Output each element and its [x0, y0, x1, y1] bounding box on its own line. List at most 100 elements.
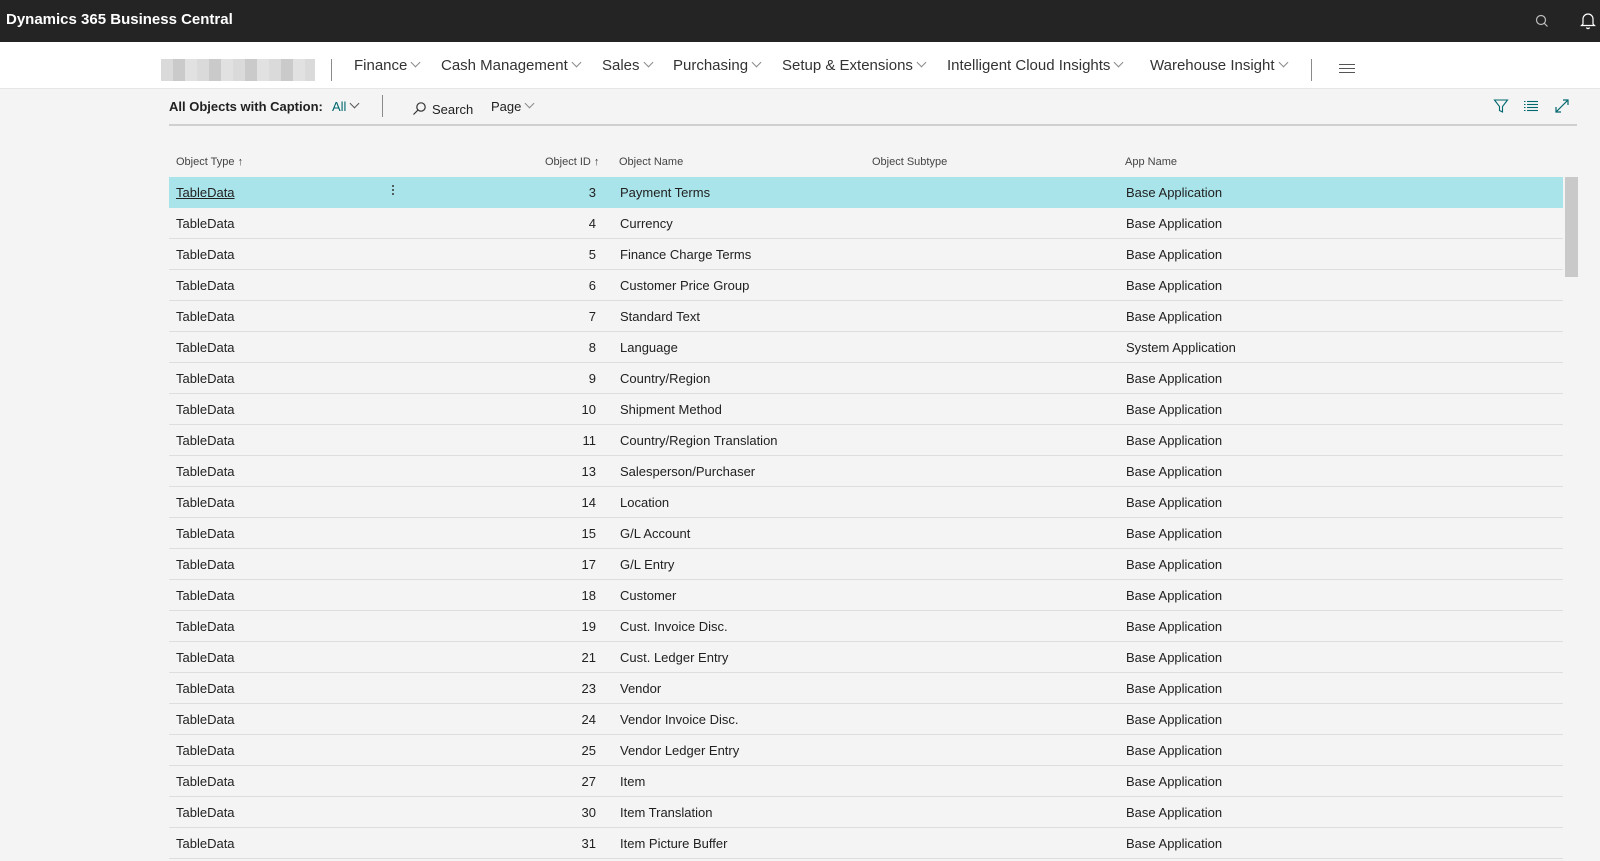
cell-object-type[interactable]: TableData	[176, 464, 235, 479]
table-row[interactable]: TableData 8 Language System Application	[169, 332, 1563, 363]
cell-object-name: Language	[620, 340, 678, 355]
column-header-object-id[interactable]: Object ID ↑	[545, 156, 599, 168]
table-row[interactable]: TableData 7 Standard Text Base Application	[169, 301, 1563, 332]
cell-object-type[interactable]: TableData	[176, 278, 235, 293]
table-row[interactable]: TableData 9 Country/Region Base Application	[169, 363, 1563, 394]
column-header-app-name[interactable]: App Name	[1125, 156, 1177, 168]
page-menu-label: Page	[491, 99, 522, 114]
nav-item-intelligent-cloud-insights[interactable]: Intelligent Cloud Insights	[947, 57, 1124, 74]
cell-object-type[interactable]: TableData	[176, 619, 235, 634]
table-row[interactable]: TableData 24 Vendor Invoice Disc. Base Appl…	[169, 704, 1563, 735]
nav-item-label: Warehouse Insight	[1150, 57, 1275, 74]
cell-object-type[interactable]: TableData	[176, 805, 235, 820]
app-title[interactable]: Dynamics 365 Business Central	[6, 11, 233, 28]
table-row[interactable]: TableData 31 Item Picture Buffer Base Appli…	[169, 828, 1563, 859]
table-row[interactable]: TableData 13 Salesperson/Purchaser Base App…	[169, 456, 1563, 487]
column-header-label: Object Name	[619, 156, 684, 168]
cell-object-type[interactable]: TableData	[176, 402, 235, 417]
hamburger-icon[interactable]	[1339, 64, 1355, 75]
cell-object-id: 18	[581, 588, 596, 603]
cell-object-id: 6	[588, 278, 596, 293]
column-header-object-type[interactable]: Object Type ↑	[176, 156, 243, 168]
table-row[interactable]: TableData 30 Item Translation Base Applicat…	[169, 797, 1563, 828]
cell-app-name: Base Application	[1126, 309, 1223, 324]
search-button[interactable]: Search	[412, 99, 473, 117]
search-icon[interactable]	[1534, 13, 1550, 29]
cell-object-type[interactable]: TableData	[176, 247, 235, 262]
cell-object-name: Cust. Invoice Disc.	[620, 619, 728, 634]
cell-object-type[interactable]: TableData	[176, 185, 235, 200]
table-row[interactable]: TableData 10 Shipment Method Base Applicati…	[169, 394, 1563, 425]
table-row[interactable]: TableData 25 Vendor Ledger Entry Base Appli…	[169, 735, 1563, 766]
cell-object-id: 21	[581, 650, 596, 665]
table-row[interactable]: TableData 14 Location Base Application	[169, 487, 1563, 518]
cell-object-type[interactable]: TableData	[176, 433, 235, 448]
cell-object-name: G/L Account	[620, 526, 691, 541]
nav-item-finance[interactable]: Finance	[354, 57, 421, 74]
table-row[interactable]: TableData 4 Currency Base Application	[169, 208, 1563, 239]
view-filter-dropdown[interactable]: All	[332, 98, 360, 114]
search-icon	[413, 102, 426, 115]
cell-object-type[interactable]: TableData	[176, 836, 235, 851]
table-row[interactable]: TableData 6 Customer Price Group Base Appli…	[169, 270, 1563, 301]
cell-object-type[interactable]: TableData	[176, 340, 235, 355]
filter-icon[interactable]	[1493, 98, 1509, 114]
cell-object-type[interactable]: TableData	[176, 526, 235, 541]
nav-item-sales[interactable]: Sales	[602, 57, 653, 74]
cell-object-type[interactable]: TableData	[176, 371, 235, 386]
cell-app-name: System Application	[1126, 340, 1236, 355]
cell-app-name: Base Application	[1126, 216, 1223, 231]
scrollbar-thumb[interactable]	[1565, 177, 1578, 277]
table-row[interactable]: TableData 5 Finance Charge Terms Base Appli…	[169, 239, 1563, 270]
cell-object-id: 10	[581, 402, 596, 417]
chevron-down-icon	[410, 57, 421, 68]
bell-icon[interactable]	[1580, 12, 1596, 30]
table-row[interactable]: TableData 15 G/L Account Base Application	[169, 518, 1563, 549]
column-header-object-subtype[interactable]: Object Subtype	[872, 156, 947, 168]
cell-object-type[interactable]: TableData	[176, 557, 235, 572]
chevron-down-icon	[571, 57, 582, 68]
cell-app-name: Base Application	[1126, 495, 1223, 510]
expand-icon[interactable]	[1554, 98, 1570, 114]
nav-item-purchasing[interactable]: Purchasing	[673, 57, 762, 74]
column-header-object-name[interactable]: Object Name	[619, 156, 683, 168]
cell-object-type[interactable]: TableData	[176, 650, 235, 665]
cell-object-type[interactable]: TableData	[176, 495, 235, 510]
cell-object-type[interactable]: TableData	[176, 743, 235, 758]
column-header-label: App Name	[1125, 156, 1177, 168]
table-row[interactable]: TableData 19 Cust. Invoice Disc. Base Appli…	[169, 611, 1563, 642]
nav-item-label: Purchasing	[673, 57, 749, 74]
nav-item-label: Cash Management	[441, 57, 568, 74]
nav-item-cash-management[interactable]: Cash Management	[441, 57, 582, 74]
cell-object-type[interactable]: TableData	[176, 588, 235, 603]
nav-divider	[1311, 59, 1312, 81]
cell-app-name: Base Application	[1126, 278, 1223, 293]
cell-object-name: Item	[620, 774, 646, 789]
app-bar: Dynamics 365 Business Central	[0, 0, 1600, 42]
table-body: TableData 3 Payment Terms Base Application T…	[169, 177, 1563, 861]
cell-object-type[interactable]: TableData	[176, 712, 235, 727]
nav-item-setup-extensions[interactable]: Setup & Extensions	[782, 57, 927, 74]
cell-app-name: Base Application	[1126, 526, 1223, 541]
table-row[interactable]: TableData 11 Country/Region Translation Bas…	[169, 425, 1563, 456]
nav-item-warehouse-insight[interactable]: Warehouse Insight	[1150, 57, 1288, 74]
cell-object-type[interactable]: TableData	[176, 309, 235, 324]
page-title: All Objects with Caption:	[169, 99, 323, 114]
cell-app-name: Base Application	[1126, 371, 1223, 386]
cell-object-type[interactable]: TableData	[176, 681, 235, 696]
cell-object-name: Shipment Method	[620, 402, 722, 417]
table-row[interactable]: TableData 17 G/L Entry Base Application	[169, 549, 1563, 580]
page-menu-button[interactable]: Page	[491, 98, 535, 114]
more-options-icon[interactable]	[389, 183, 397, 201]
table-row[interactable]: TableData 27 Item Base Application	[169, 766, 1563, 797]
list-view-icon[interactable]	[1523, 98, 1539, 114]
company-logo[interactable]	[161, 59, 315, 81]
table-row[interactable]: TableData 23 Vendor Base Application	[169, 673, 1563, 704]
table-row[interactable]: TableData 3 Payment Terms Base Application	[169, 177, 1563, 208]
vertical-scrollbar[interactable]	[1565, 177, 1578, 861]
cell-object-type[interactable]: TableData	[176, 216, 235, 231]
chevron-down-icon	[643, 57, 653, 68]
cell-object-type[interactable]: TableData	[176, 774, 235, 789]
table-row[interactable]: TableData 18 Customer Base Application	[169, 580, 1563, 611]
table-row[interactable]: TableData 21 Cust. Ledger Entry Base Applic…	[169, 642, 1563, 673]
